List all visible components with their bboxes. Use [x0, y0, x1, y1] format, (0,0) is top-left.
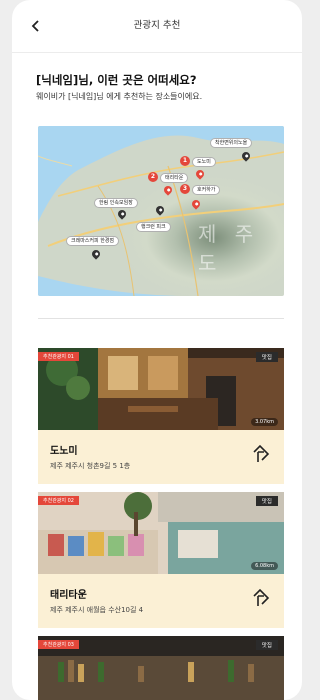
section-divider: [38, 318, 284, 319]
top-bar: 관광지 추천: [12, 0, 302, 53]
category-badge: 맛집: [255, 496, 278, 506]
greeting-subtitle: 웨이비가 [닉네임]님 에게 추천하는 장소들이에요.: [36, 92, 203, 101]
place-name: 태리타운: [50, 590, 87, 601]
directions-button[interactable]: [250, 444, 272, 466]
category-badge: 맛집: [255, 352, 278, 362]
app-screen: 관광지 추천 [닉네임]님, 이런 곳은 어떠세요? 웨이비가 [닉네임]님 에…: [12, 0, 302, 700]
place-name: 도노미: [50, 446, 78, 457]
place-card[interactable]: 추천관광지 01 맛집 3.07km 도노미 제주 제주시 청촌9길 5 1층: [38, 348, 284, 484]
place-info: 도노미 제주 제주시 청촌9길 5 1층: [38, 430, 284, 484]
greeting-title: [닉네임]님, 이런 곳은 어떠세요?: [36, 73, 197, 87]
map-marker-label: 호커하가: [192, 185, 221, 195]
place-photo: 추천관광지 02 맛집 6.08km: [38, 492, 284, 574]
map-marker-label: 크레마스커피 한경점: [66, 236, 119, 246]
map-region-label: 제 주 도: [198, 222, 260, 275]
recommendation-map[interactable]: 제 주 도 착한면위의노을 1 도노미 2 태리타운 3 호커하가 한림 인속모…: [38, 126, 284, 296]
map-marker-number: 1: [180, 156, 190, 166]
recommendation-badge: 추천관광지 03: [38, 640, 79, 649]
distance-label: 6.08km: [251, 562, 278, 570]
map-marker-label: 태리타운: [160, 173, 189, 183]
recommendation-badge: 추천관광지 01: [38, 352, 79, 361]
directions-button[interactable]: [250, 588, 272, 610]
place-card[interactable]: 추천관광지 03 맛집: [38, 636, 284, 700]
place-address: 제주 제주시 애월읍 수산10길 4: [50, 606, 144, 614]
recommendation-badge: 추천관광지 02: [38, 496, 79, 505]
place-card[interactable]: 추천관광지 02 맛집 6.08km 태리타운 제주 제주시 애월읍 수산10길…: [38, 492, 284, 628]
map-marker-label: 착한면위의노을: [210, 138, 253, 148]
directions-icon: [253, 588, 270, 606]
place-photo: 추천관광지 03 맛집: [38, 636, 284, 700]
place-photo: 추천관광지 01 맛집 3.07km: [38, 348, 284, 430]
map-marker-label: 도노미: [192, 157, 216, 167]
map-marker-label: 한림 인속모임장: [94, 198, 138, 208]
category-badge: 맛집: [255, 640, 278, 650]
map-marker-number: 3: [180, 184, 190, 194]
directions-icon: [253, 444, 270, 462]
page-title: 관광지 추천: [133, 20, 181, 31]
map-marker-number: 2: [148, 172, 158, 182]
place-address: 제주 제주시 청촌9길 5 1층: [50, 462, 131, 470]
place-info: 태리타운 제주 제주시 애월읍 수산10길 4: [38, 574, 284, 628]
map-marker-label: 행크런 피크: [136, 222, 171, 232]
distance-label: 3.07km: [251, 418, 278, 426]
